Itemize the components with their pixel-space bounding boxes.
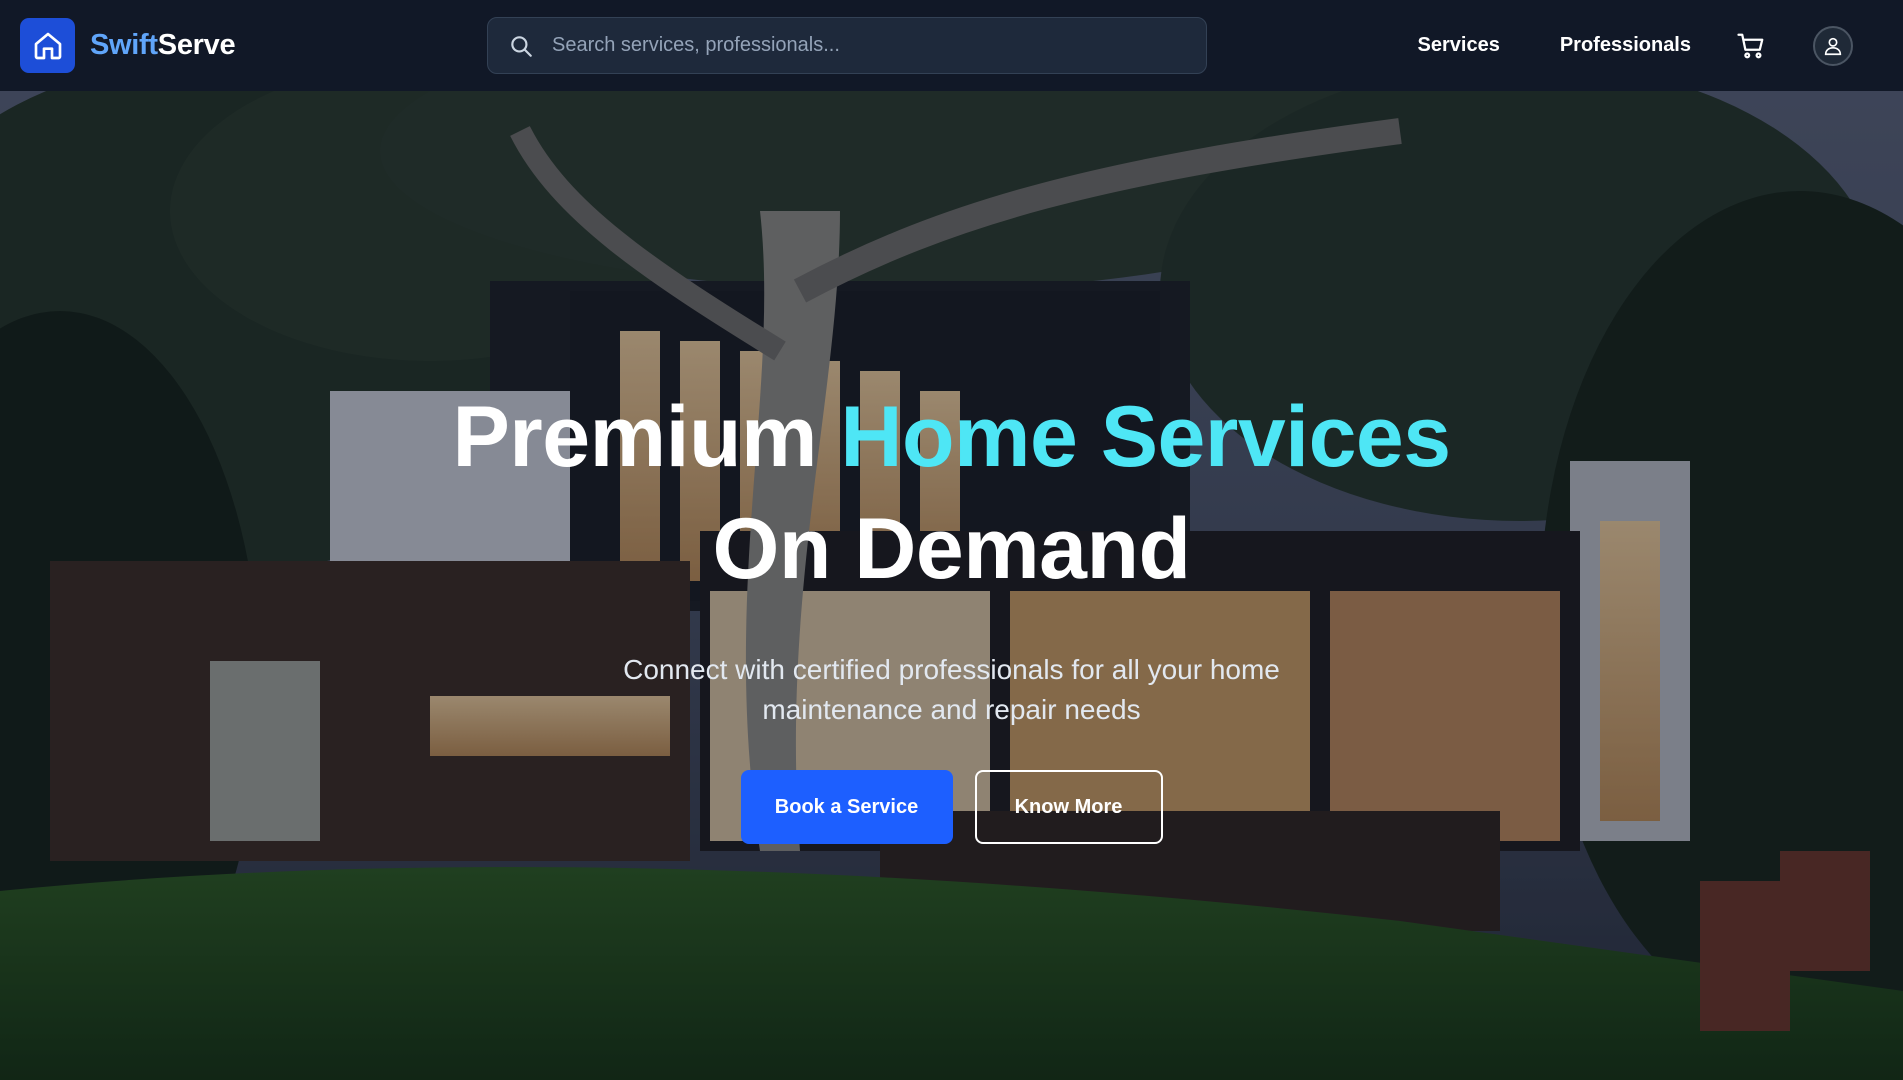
cart-button[interactable] (1736, 31, 1766, 61)
navbar: SwiftServe Services Professionals (0, 0, 1903, 91)
brand-name[interactable]: SwiftServe (90, 29, 236, 62)
hero-title-part1: Premium (452, 389, 841, 485)
hero-title-part2: On Demand (712, 501, 1191, 597)
search-input[interactable] (534, 18, 1206, 73)
home-icon (34, 32, 61, 59)
profile-button[interactable] (1813, 25, 1853, 66)
page: SwiftServe Services Professionals (0, 0, 1903, 1080)
nav-link-professionals[interactable]: Professionals (1560, 34, 1691, 57)
brand[interactable]: SwiftServe (20, 18, 236, 73)
brand-name-part2: Serve (157, 29, 236, 61)
cart-icon (1737, 33, 1764, 58)
nav-link-services[interactable]: Services (1418, 34, 1500, 57)
hero-buttons: Book a Service Know More (0, 770, 1903, 844)
nav-right: Services Professionals (1418, 0, 1853, 91)
brand-logo[interactable] (20, 18, 75, 73)
hero-content: Premium Home Services On Demand Connect … (0, 381, 1903, 844)
search-bar[interactable] (487, 17, 1207, 74)
book-service-button[interactable]: Book a Service (740, 770, 953, 844)
user-icon (1824, 37, 1842, 55)
know-more-button[interactable]: Know More (974, 770, 1163, 844)
hero-section: Premium Home Services On Demand Connect … (0, 91, 1903, 1080)
search-icon (511, 35, 532, 57)
hero-title-accent: Home Services (840, 389, 1451, 485)
brand-name-part1: Swift (90, 29, 158, 61)
hero-title: Premium Home Services On Demand (0, 381, 1903, 605)
hero-subtitle: Connect with certified professionals for… (623, 654, 1280, 725)
